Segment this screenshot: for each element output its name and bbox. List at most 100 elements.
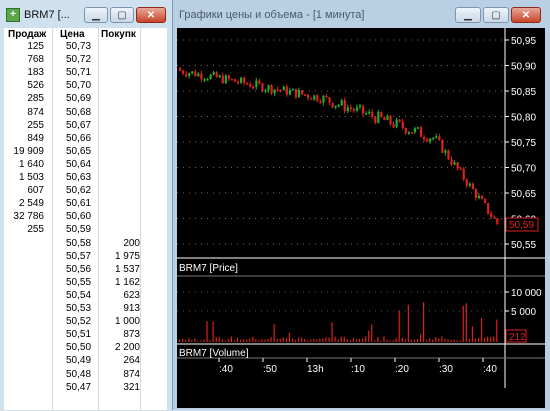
maximize-icon: ▢ <box>491 9 501 21</box>
candle-body <box>493 216 496 219</box>
order-book-row[interactable]: 183 50,71 <box>4 67 167 79</box>
candle-body <box>200 73 203 80</box>
candle-body <box>313 95 316 100</box>
candle-body <box>221 75 224 84</box>
sell-volume: 285 <box>27 93 44 105</box>
volume-bar <box>179 339 181 342</box>
volume-bar <box>352 338 355 342</box>
price-level: 50,69 <box>66 93 92 105</box>
order-book-row[interactable]: 50,54 623 <box>4 290 167 302</box>
order-book-row[interactable]: 607 50,62 <box>4 185 167 197</box>
buy-volume: 1 000 <box>114 316 140 328</box>
order-book-row[interactable]: 125 50,73 <box>4 41 167 53</box>
volume-bar <box>304 338 306 342</box>
sell-volume: 849 <box>27 132 44 144</box>
order-book-row[interactable]: 50,50 2 200 <box>4 342 167 354</box>
volume-bar <box>459 340 461 342</box>
order-book-maximize-button[interactable]: ▢ <box>110 7 134 23</box>
price-tick-label: 50,65 <box>511 189 536 200</box>
time-tick-label: :30 <box>439 364 453 375</box>
order-book-row[interactable]: 19 909 50,65 <box>4 146 167 158</box>
order-book-row[interactable]: 1 503 50,63 <box>4 172 167 184</box>
candle-body <box>474 189 478 199</box>
order-book-row[interactable]: 50,57 1 975 <box>4 251 167 263</box>
candle-body <box>377 112 380 123</box>
order-book-row[interactable]: 32 786 50,60 <box>4 211 167 223</box>
price-level: 50,52 <box>66 316 92 328</box>
candle-body <box>255 80 258 88</box>
volume-bar <box>371 324 373 342</box>
price-level: 50,70 <box>66 80 92 92</box>
price-tick-label: 50,85 <box>511 87 536 98</box>
volume-bar <box>450 340 452 342</box>
sell-volume: 1 640 <box>18 158 44 170</box>
buy-volume: 1 162 <box>114 276 140 288</box>
candle-body <box>429 138 432 142</box>
volume-bar <box>188 337 190 342</box>
sell-column-header[interactable]: Продаж <box>8 29 46 40</box>
order-book-table[interactable]: Продаж Цена Покупк 125 50,73 768 50,72 183 50… <box>4 28 167 410</box>
order-book-row[interactable]: 50,58 200 <box>4 238 167 250</box>
candle-body <box>496 218 499 224</box>
price-level: 50,53 <box>66 303 92 314</box>
order-book-row[interactable]: 2 549 50,61 <box>4 198 167 210</box>
price-volume-chart[interactable]: BRM7 [Price] BRM7 [Volume] 50,95 50,90 50,… <box>177 28 545 408</box>
order-book-row[interactable]: 849 50,66 <box>4 133 167 145</box>
candle-body <box>365 113 368 115</box>
volume-bar <box>386 339 388 342</box>
price-level: 50,47 <box>66 381 92 393</box>
volume-bar <box>264 339 266 342</box>
order-book-minimize-button[interactable]: ▁ <box>84 7 108 23</box>
volume-bar <box>328 337 330 342</box>
order-book-row[interactable]: 285 50,69 <box>4 93 167 105</box>
order-book-row[interactable]: 50,52 1 000 <box>4 316 167 328</box>
volume-bar <box>316 339 318 342</box>
volume-panel-label: BRM7 [Volume] <box>179 348 249 359</box>
close-icon: ✕ <box>521 9 531 21</box>
order-book-close-button[interactable]: ✕ <box>136 7 166 23</box>
order-book-row[interactable]: 50,47 321 <box>4 382 167 394</box>
volume-bar <box>468 339 470 342</box>
candle-body <box>459 168 462 171</box>
price-level: 50,58 <box>66 237 92 249</box>
volume-bar <box>310 339 312 342</box>
buy-column-header[interactable]: Покупк <box>101 29 136 40</box>
chart-plot-area[interactable]: BRM7 [Price] BRM7 [Volume] 50,95 50,90 50,… <box>177 28 545 408</box>
order-book-row[interactable]: 50,53 913 <box>4 303 167 315</box>
buy-volume: 321 <box>123 381 140 393</box>
volume-bar <box>182 338 184 342</box>
order-book-title: BRM7 [... <box>24 9 70 21</box>
volume-bar <box>362 338 364 342</box>
order-book-row[interactable]: 874 50,68 <box>4 107 167 119</box>
order-book-row[interactable]: 50,56 1 537 <box>4 264 167 276</box>
volume-bar <box>365 336 367 342</box>
sell-volume: 183 <box>27 67 44 79</box>
order-book-row[interactable]: 768 50,72 <box>4 54 167 66</box>
close-button[interactable]: ✕ <box>511 7 541 23</box>
volume-bar <box>246 339 248 342</box>
order-book-row[interactable]: 1 640 50,64 <box>4 159 167 171</box>
price-level: 50,62 <box>66 185 92 197</box>
price-tick-label: 50,55 <box>511 240 536 251</box>
candle-body <box>462 168 465 180</box>
volume-bar <box>423 302 425 342</box>
maximize-button[interactable]: ▢ <box>483 7 509 23</box>
minimize-button[interactable]: ▁ <box>455 7 481 23</box>
order-book-row[interactable]: 50,55 1 162 <box>4 277 167 289</box>
order-book-row[interactable]: 50,49 264 <box>4 355 167 367</box>
candle-body <box>206 79 209 81</box>
volume-bar <box>267 338 269 342</box>
candle-body <box>340 100 343 106</box>
volume-bar <box>432 339 434 342</box>
candle-body <box>374 116 377 123</box>
order-book-row[interactable]: 50,51 873 <box>4 329 167 341</box>
order-book-row[interactable]: 255 50,67 <box>4 120 167 132</box>
order-book-row[interactable]: 526 50,70 <box>4 80 167 92</box>
chart-window: Графики цены и объема - [1 минута] ▁ ▢ ✕… <box>172 0 550 410</box>
order-book-row[interactable]: 50,48 874 <box>4 369 167 381</box>
candle-body <box>185 73 188 77</box>
volume-bar <box>477 337 480 342</box>
candle-body <box>465 179 468 186</box>
price-column-header[interactable]: Цена <box>60 29 85 40</box>
order-book-row[interactable]: 255 50,59 <box>4 224 167 236</box>
